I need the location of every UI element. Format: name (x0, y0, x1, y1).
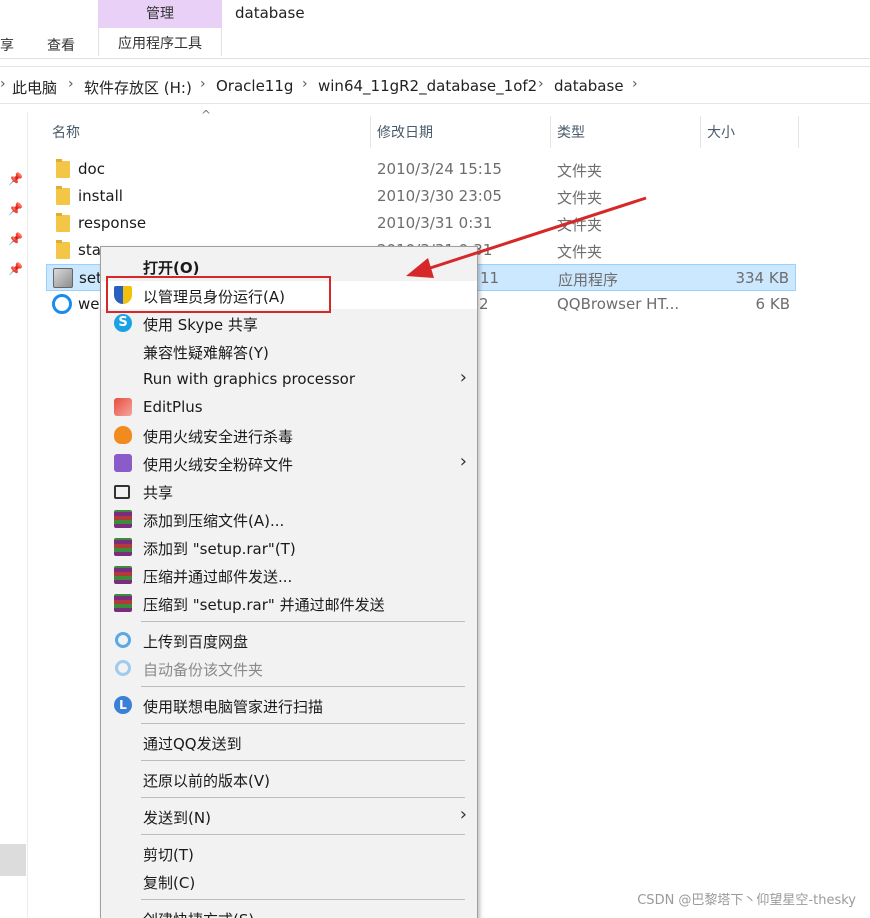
annotation-arrow (406, 196, 647, 278)
arrow-head (406, 258, 434, 278)
arrow-shaft (423, 196, 647, 272)
watermark: CSDN @巴黎塔下丶仰望星空-thesky (637, 893, 856, 908)
